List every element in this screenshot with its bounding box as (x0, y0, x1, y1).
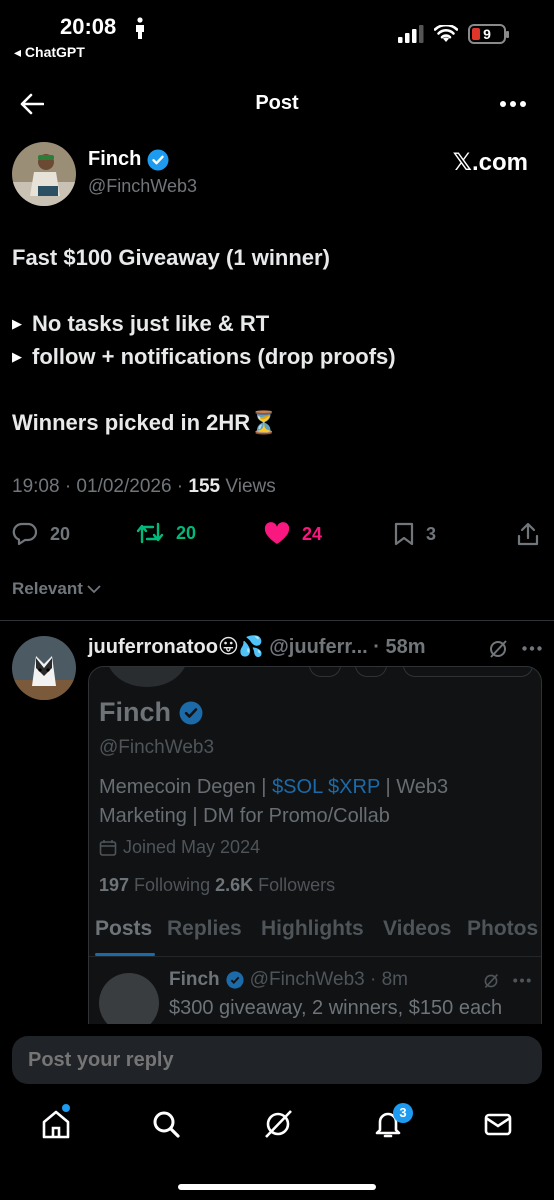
status-icons: 9 (398, 24, 509, 44)
embed-post-header: Finch @FinchWeb3 · 8m (169, 969, 408, 991)
embed-tab-highlights: Highlights (261, 917, 364, 940)
reply-input[interactable] (12, 1036, 542, 1084)
reply-author-handle[interactable]: @juuferr... (264, 636, 367, 658)
embed-profile-name-row: Finch (99, 697, 203, 728)
messages-icon[interactable] (482, 1108, 514, 1140)
following-label: Following (129, 875, 216, 895)
battery-icon: 9 (468, 24, 509, 44)
home-indicator (178, 1184, 376, 1190)
more-options-icon (513, 978, 531, 983)
embed-button-fragment (355, 667, 387, 677)
following-count: 197 (99, 875, 130, 895)
embed-button-fragment (309, 667, 341, 677)
author-handle[interactable]: @FinchWeb3 (88, 176, 197, 197)
repost-count: 20 (176, 522, 197, 543)
home-icon[interactable] (40, 1108, 72, 1140)
sort-label: Relevant (12, 579, 83, 598)
heart-icon (264, 522, 290, 544)
reply-image[interactable]: Finch @FinchWeb3 Memecoin Degen | $SOL $… (88, 666, 542, 1046)
divider (0, 620, 554, 621)
post-bullet-2-text: follow + notifications (drop proofs) (32, 344, 396, 369)
embed-tab-posts: Posts (95, 917, 153, 940)
like-button[interactable]: 24 (264, 522, 322, 546)
like-count: 24 (302, 523, 323, 544)
embed-profile-name: Finch (99, 697, 171, 727)
repost-icon (136, 522, 164, 544)
embed-follow-stats: 197 Following 2.6K Followers (99, 875, 335, 896)
grok-icon (484, 974, 498, 988)
post-bullet-1-text: No tasks just like & RT (32, 311, 270, 336)
reply-avatar[interactable] (12, 636, 76, 700)
verified-badge-icon (226, 971, 244, 989)
embed-tab-replies: Replies (167, 917, 242, 940)
embed-joined: Joined May 2024 (99, 837, 260, 858)
embed-button-fragment (403, 667, 533, 677)
reply-count: 20 (50, 523, 71, 544)
reply-icon (12, 522, 38, 546)
author-name-row[interactable]: Finch (88, 148, 169, 171)
home-unread-dot (62, 1104, 70, 1112)
chevron-down-icon (87, 585, 101, 594)
active-tab-indicator (95, 953, 155, 956)
bookmark-count: 3 (426, 523, 437, 544)
post-timestamp: 19:08 · 01/02/2026 · (12, 476, 189, 497)
bookmark-icon (394, 522, 414, 546)
embed-tab-videos: Videos (383, 917, 452, 940)
embed-profile-handle: @FinchWeb3 (99, 737, 215, 758)
embed-avatar-fragment (107, 667, 187, 687)
post-meta: 19:08 · 01/02/2026 · 155 Views (12, 476, 276, 498)
post-actions: 20 20 24 3 (0, 518, 554, 550)
reply-header[interactable]: juuferronatoo😛💦 @juuferr... · 58m (88, 634, 426, 659)
post-bullet-2: ▶ follow + notifications (drop proofs) (12, 344, 396, 370)
repost-button[interactable]: 20 (136, 522, 196, 544)
wifi-icon (434, 25, 458, 42)
status-time: 20:08 (60, 14, 117, 39)
sort-dropdown[interactable]: Relevant (12, 579, 101, 599)
person-icon (136, 17, 144, 39)
followers-label: Followers (253, 875, 336, 895)
post-text-line-3: Winners picked in 2HR⏳ (12, 410, 278, 435)
embed-post-text: $300 giveaway, 2 winners, $150 each (169, 997, 503, 1019)
embed-joined-text: Joined May 2024 (123, 837, 261, 857)
share-icon[interactable] (516, 522, 540, 546)
views-label: Views (220, 476, 276, 497)
author-name[interactable]: Finch (88, 148, 141, 171)
signal-icon (398, 25, 424, 43)
views-count: 155 (188, 476, 221, 497)
bookmark-button[interactable]: 3 (394, 522, 436, 546)
grok-icon[interactable] (488, 639, 508, 659)
bio-cashtag-xrp: $XRP (328, 776, 380, 798)
bullet-icon: ▶ (12, 316, 22, 331)
more-options-icon[interactable] (500, 101, 526, 107)
calendar-icon (99, 839, 117, 856)
bio-text: Memecoin Degen | (99, 776, 273, 798)
embed-tab-photos: Photos (467, 917, 539, 940)
grok-icon[interactable] (262, 1108, 294, 1140)
embed-post-author: Finch (169, 969, 220, 990)
followers-count: 2.6K (215, 875, 254, 895)
reply-more-icon[interactable] (522, 646, 542, 651)
notifications-badge: 3 (393, 1103, 413, 1123)
reply-button[interactable]: 20 (12, 522, 70, 546)
source-link[interactable]: 𝕏.com (453, 148, 528, 177)
embed-post-handle: @FinchWeb3 · 8m (249, 969, 408, 990)
search-icon[interactable] (150, 1108, 182, 1140)
embed-profile-tabs: Posts Replies Highlights Videos Photos (89, 917, 541, 957)
reply-time: · 58m (367, 636, 426, 658)
post-text-line-1: Fast $100 Giveaway (1 winner) (12, 245, 330, 270)
post-bullet-1: ▶ No tasks just like & RT (12, 311, 269, 337)
battery-level: 9 (483, 26, 491, 42)
reply-author-name[interactable]: juuferronatoo😛💦 (88, 636, 264, 658)
verified-badge-icon (179, 701, 203, 724)
author-avatar[interactable] (12, 142, 76, 206)
embed-profile-bio: Memecoin Degen | $SOL $XRP | Web3 Market… (99, 773, 539, 831)
back-to-app-link[interactable]: ◂ ChatGPT (14, 44, 85, 61)
verified-badge-icon (147, 149, 169, 170)
page-title: Post (255, 92, 299, 114)
bio-cashtag-sol: $SOL (272, 776, 323, 798)
bullet-icon: ▶ (12, 349, 22, 364)
